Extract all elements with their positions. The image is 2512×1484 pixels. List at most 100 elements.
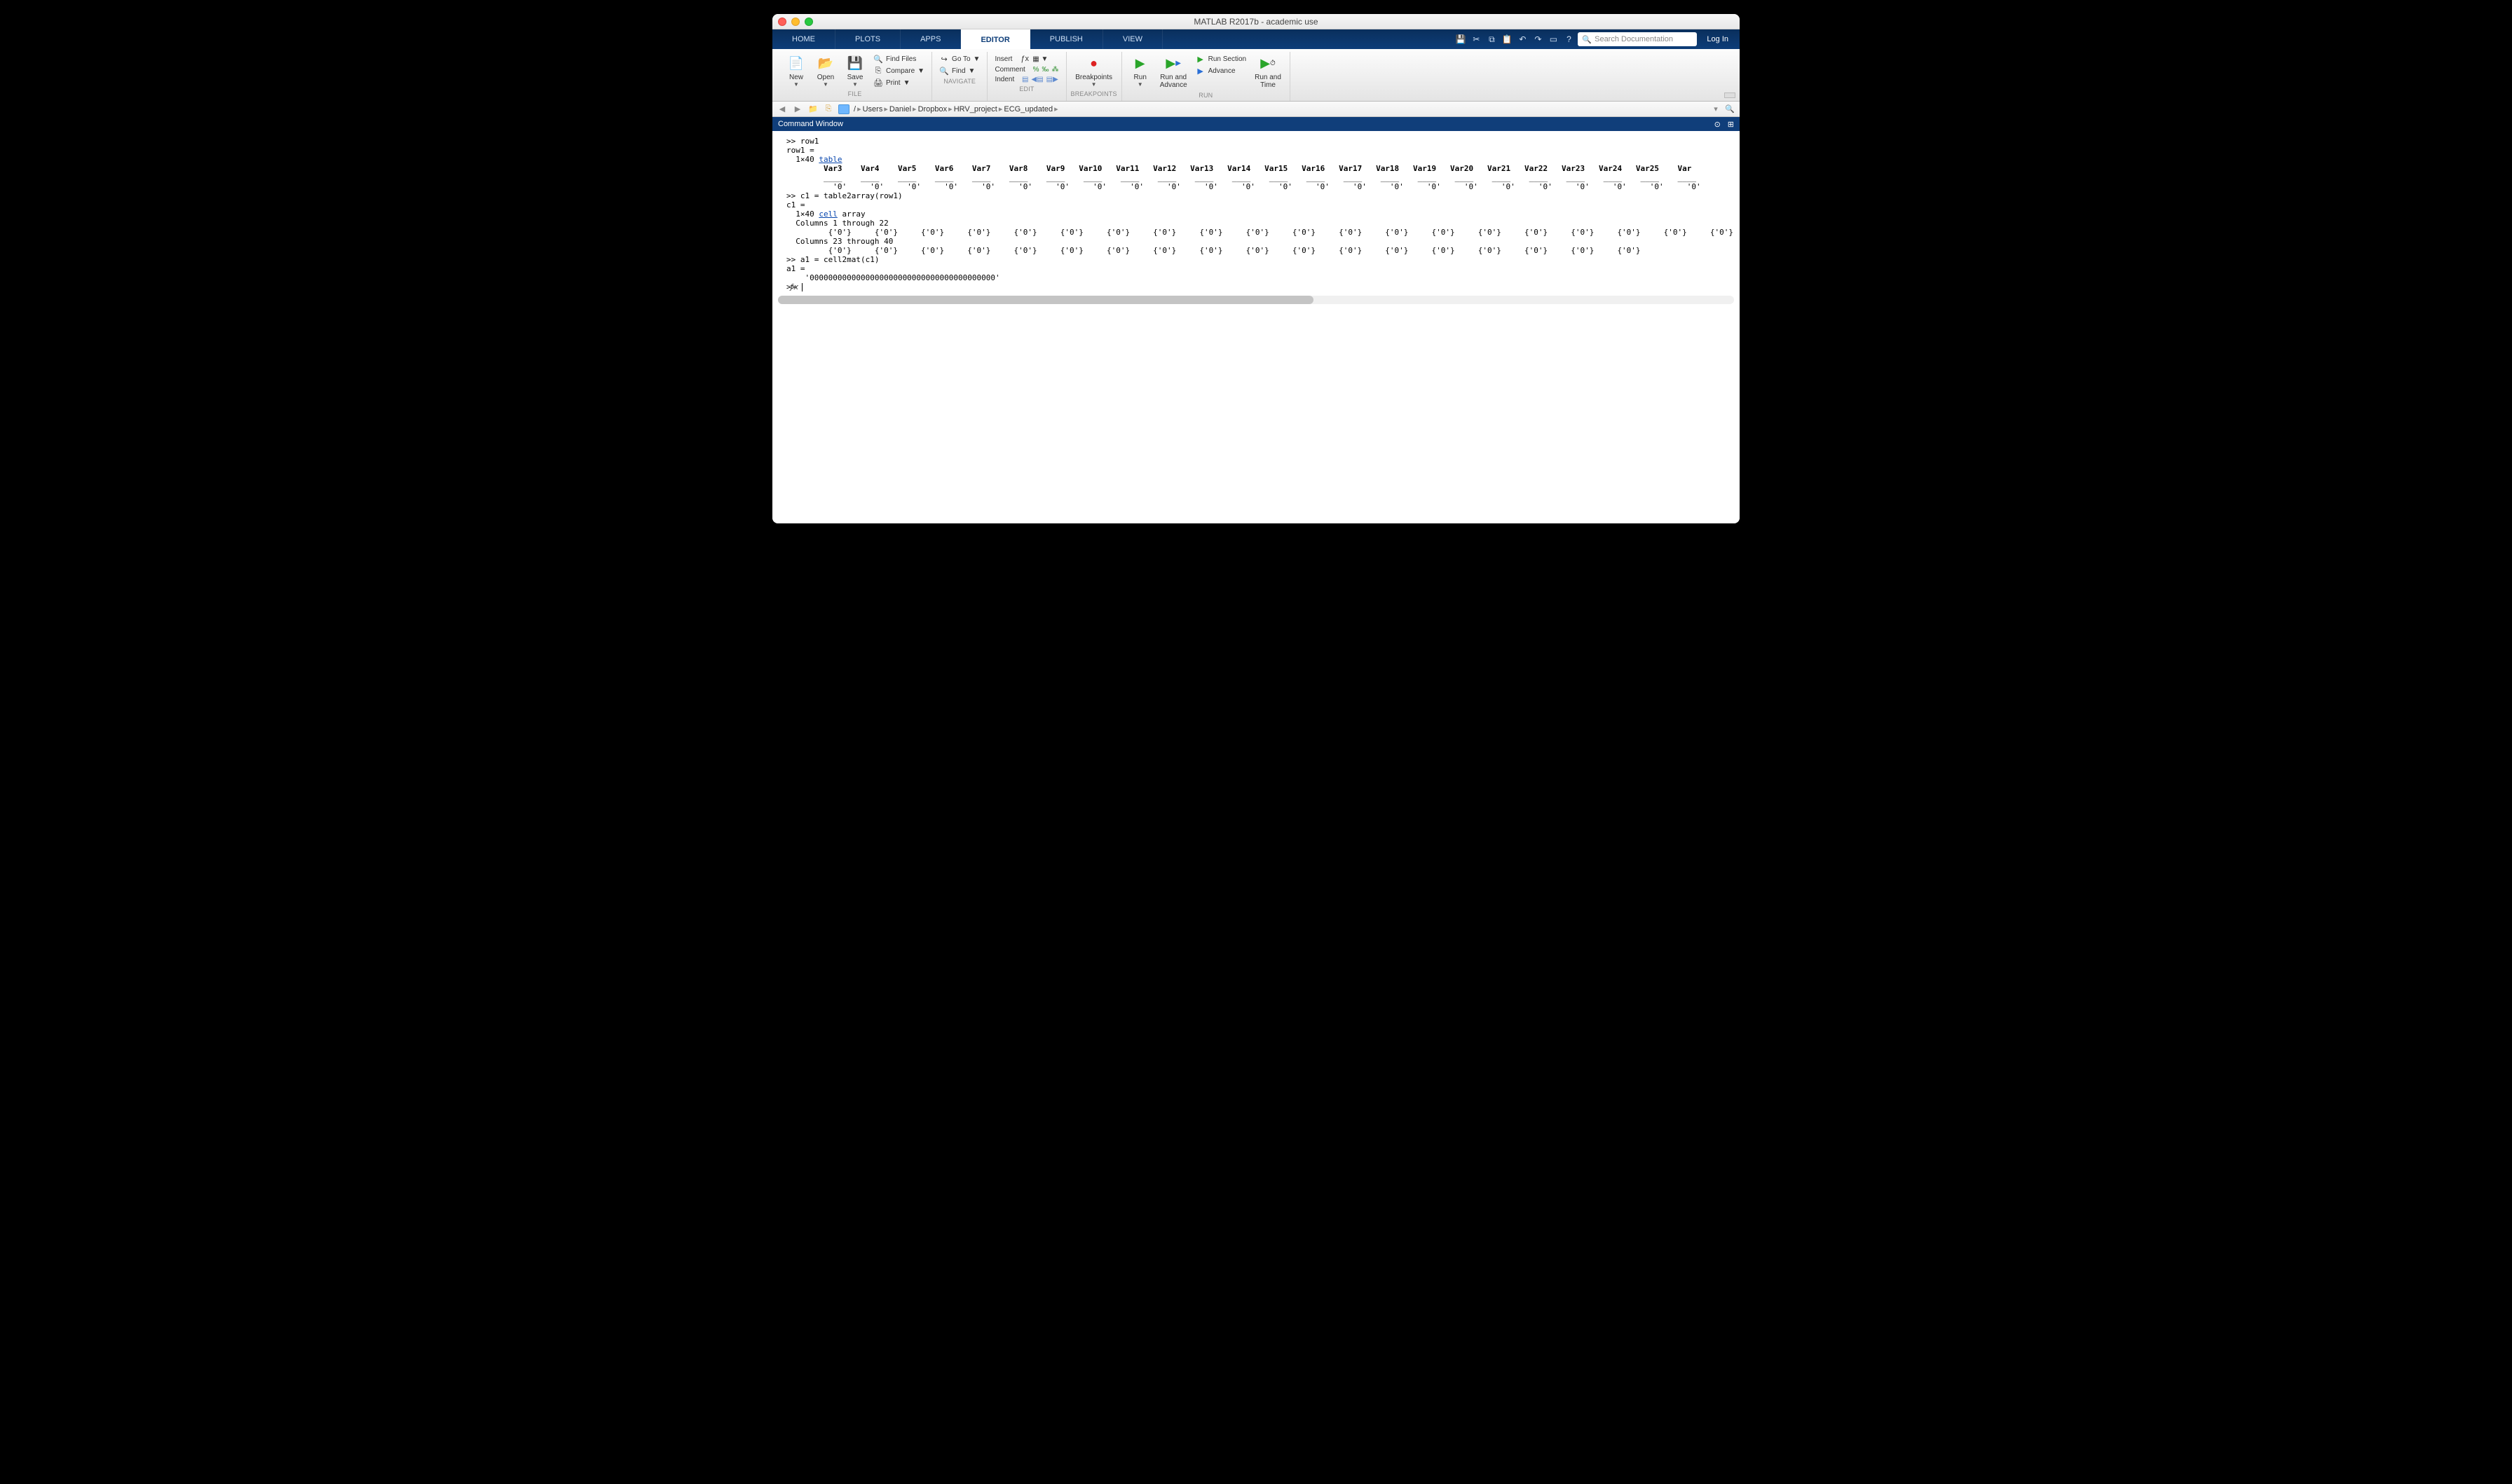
breadcrumb: /▸Users▸Daniel▸Dropbox▸HRV_project▸ECG_u… [854,104,1060,114]
minimize-toolstrip-button[interactable] [1724,92,1735,98]
run-icon: ▶ [1131,53,1150,73]
breadcrumb-sep: ▸ [911,104,918,114]
find-icon: 🔍 [939,66,949,76]
output-line: '000000000000000000000000000000000000000… [786,273,1740,282]
table-link[interactable]: table [819,155,842,164]
section-run: ▶Run▼ ▶▶Run and Advance ▶Run Section ▶Ad… [1122,52,1290,101]
tab-publish[interactable]: PUBLISH [1030,29,1103,49]
zoom-icon[interactable] [805,18,813,26]
find-files-icon: 🔍 [873,54,883,64]
run-section-button[interactable]: ▶Run Section [1193,53,1249,64]
output-line: >> a1 = cell2mat(c1) [786,255,1740,264]
search-doc-input[interactable]: 🔍 Search Documentation [1578,32,1697,46]
toolstrip: 📄New▼ 📂Open▼ 💾Save▼ 🔍Find Files ⎘Compare… [772,49,1740,102]
cell-link[interactable]: cell [819,209,838,219]
tab-apps[interactable]: APPS [901,29,961,49]
breadcrumb-sep: ▸ [882,104,889,114]
new-file-icon: 📄 [786,53,806,73]
login-button[interactable]: Log In [1700,35,1735,43]
forward-button[interactable]: ▶ [792,104,803,115]
find-button[interactable]: 🔍Find ▼ [936,65,983,76]
panel-undock-icon[interactable]: ⊞ [1728,120,1734,129]
compare-button[interactable]: ⎘Compare ▼ [871,65,927,76]
tab-view[interactable]: VIEW [1103,29,1163,49]
insert-fx-icon: ƒx [1020,54,1030,64]
cut-icon[interactable]: ✂ [1470,33,1482,46]
output-line: Var3 Var4 Var5 Var6 Var7 Var8 Var9 Var10… [786,164,1740,173]
run-section-icon: ▶ [1196,54,1206,64]
search-folder-icon[interactable]: 🔍 [1724,104,1735,115]
panel-title: Command Window [778,120,843,128]
breadcrumb-sep: ▸ [997,104,1004,114]
indent-button[interactable]: Indent ▤ ◀▤ ▤▶ [992,75,1061,84]
compare-icon: ⎘ [873,66,883,76]
breakpoints-button[interactable]: ●Breakpoints▼ [1071,52,1117,89]
output-line: ____ ____ ____ ____ ____ ____ ____ ____ … [786,173,1740,182]
save-workspace-icon[interactable]: 💾 [1454,33,1467,46]
section-label-edit: EDIT [1019,84,1034,93]
output-line: Columns 23 through 40 [786,237,1740,246]
breadcrumb-item[interactable]: Daniel [889,105,911,114]
print-button[interactable]: 🖨Print ▼ [871,77,927,88]
copy-icon[interactable]: ⧉ [1485,33,1498,46]
section-navigate: ↪Go To ▼ 🔍Find ▼ NAVIGATE [932,52,988,101]
goto-icon: ↪ [939,54,949,64]
breadcrumb-item[interactable]: ECG_updated [1004,105,1053,114]
tab-editor[interactable]: EDITOR [961,29,1030,49]
tab-plots[interactable]: PLOTS [835,29,901,49]
output-line: 1×40 table [786,155,1740,164]
up-folder-icon[interactable]: 📁 [807,104,819,115]
traffic-lights [778,18,813,26]
redo-icon[interactable]: ↷ [1531,33,1544,46]
recent-folders-dropdown[interactable]: ▾ [1710,104,1721,115]
insert-button[interactable]: Insert ƒx ▦ ▼ [992,53,1061,64]
output-line: row1 = [786,146,1740,155]
back-button[interactable]: ◀ [777,104,788,115]
tab-home[interactable]: HOME [772,29,835,49]
goto-button[interactable]: ↪Go To ▼ [936,53,983,64]
advance-button[interactable]: ▶Advance [1193,65,1249,76]
window: MATLAB R2017b - academic use HOME PLOTS … [772,14,1740,523]
close-icon[interactable] [778,18,786,26]
run-button[interactable]: ▶Run▼ [1126,52,1154,89]
section-label-nav: NAVIGATE [943,76,976,85]
new-button[interactable]: 📄New▼ [782,52,810,89]
save-button[interactable]: 💾Save▼ [841,52,869,89]
layout-icon[interactable]: ▭ [1547,33,1559,46]
section-label-bp: BREAKPOINTS [1071,89,1117,98]
advance-icon: ▶ [1196,66,1206,76]
run-time-button[interactable]: ▶⏱Run and Time [1250,52,1285,90]
undo-icon[interactable]: ↶ [1516,33,1529,46]
section-label-file: FILE [848,89,862,98]
command-window[interactable]: >> row1row1 = 1×40 table Var3 Var4 Var5 … [772,131,1740,523]
minimize-icon[interactable] [791,18,800,26]
scrollbar-thumb[interactable] [778,296,1313,304]
panel-actions-icon[interactable]: ⊙ [1714,120,1721,129]
paste-icon[interactable]: 📋 [1501,33,1513,46]
output-line: '0' '0' '0' '0' '0' '0' '0' '0' '0' '0' … [786,182,1740,191]
comment-button[interactable]: Comment % ‰ ⁂ [992,65,1061,74]
search-placeholder: Search Documentation [1595,35,1673,43]
output-line: >> c1 = table2array(row1) [786,191,1740,200]
output-line: Columns 1 through 22 [786,219,1740,228]
breadcrumb-sep: ▸ [947,104,954,114]
fx-icon[interactable]: ƒx [789,282,798,291]
current-folder-icon[interactable] [838,104,849,114]
horizontal-scrollbar[interactable] [778,296,1734,304]
prompt-line[interactable]: ƒx>> [786,282,1740,291]
breadcrumb-item[interactable]: HRV_project [954,105,997,114]
run-advance-button[interactable]: ▶▶Run and Advance [1156,52,1192,90]
breadcrumb-sep: ▸ [1053,104,1060,114]
browse-folder-icon[interactable]: ⎘ [823,104,834,115]
run-advance-icon: ▶▶ [1163,53,1183,73]
breadcrumb-item[interactable]: Users [863,105,883,114]
open-button[interactable]: 📂Open▼ [812,52,840,89]
section-edit: Insert ƒx ▦ ▼ Comment % ‰ ⁂ Indent ▤ ◀▤ … [988,52,1066,101]
save-icon: 💾 [845,53,865,73]
help-icon[interactable]: ? [1562,33,1575,46]
output-line: >> row1 [786,137,1740,146]
breakpoint-icon: ● [1084,53,1104,73]
breadcrumb-item[interactable]: Dropbox [918,105,948,114]
output-line: {'0'} {'0'} {'0'} {'0'} {'0'} {'0'} {'0'… [786,246,1740,255]
find-files-button[interactable]: 🔍Find Files [871,53,927,64]
